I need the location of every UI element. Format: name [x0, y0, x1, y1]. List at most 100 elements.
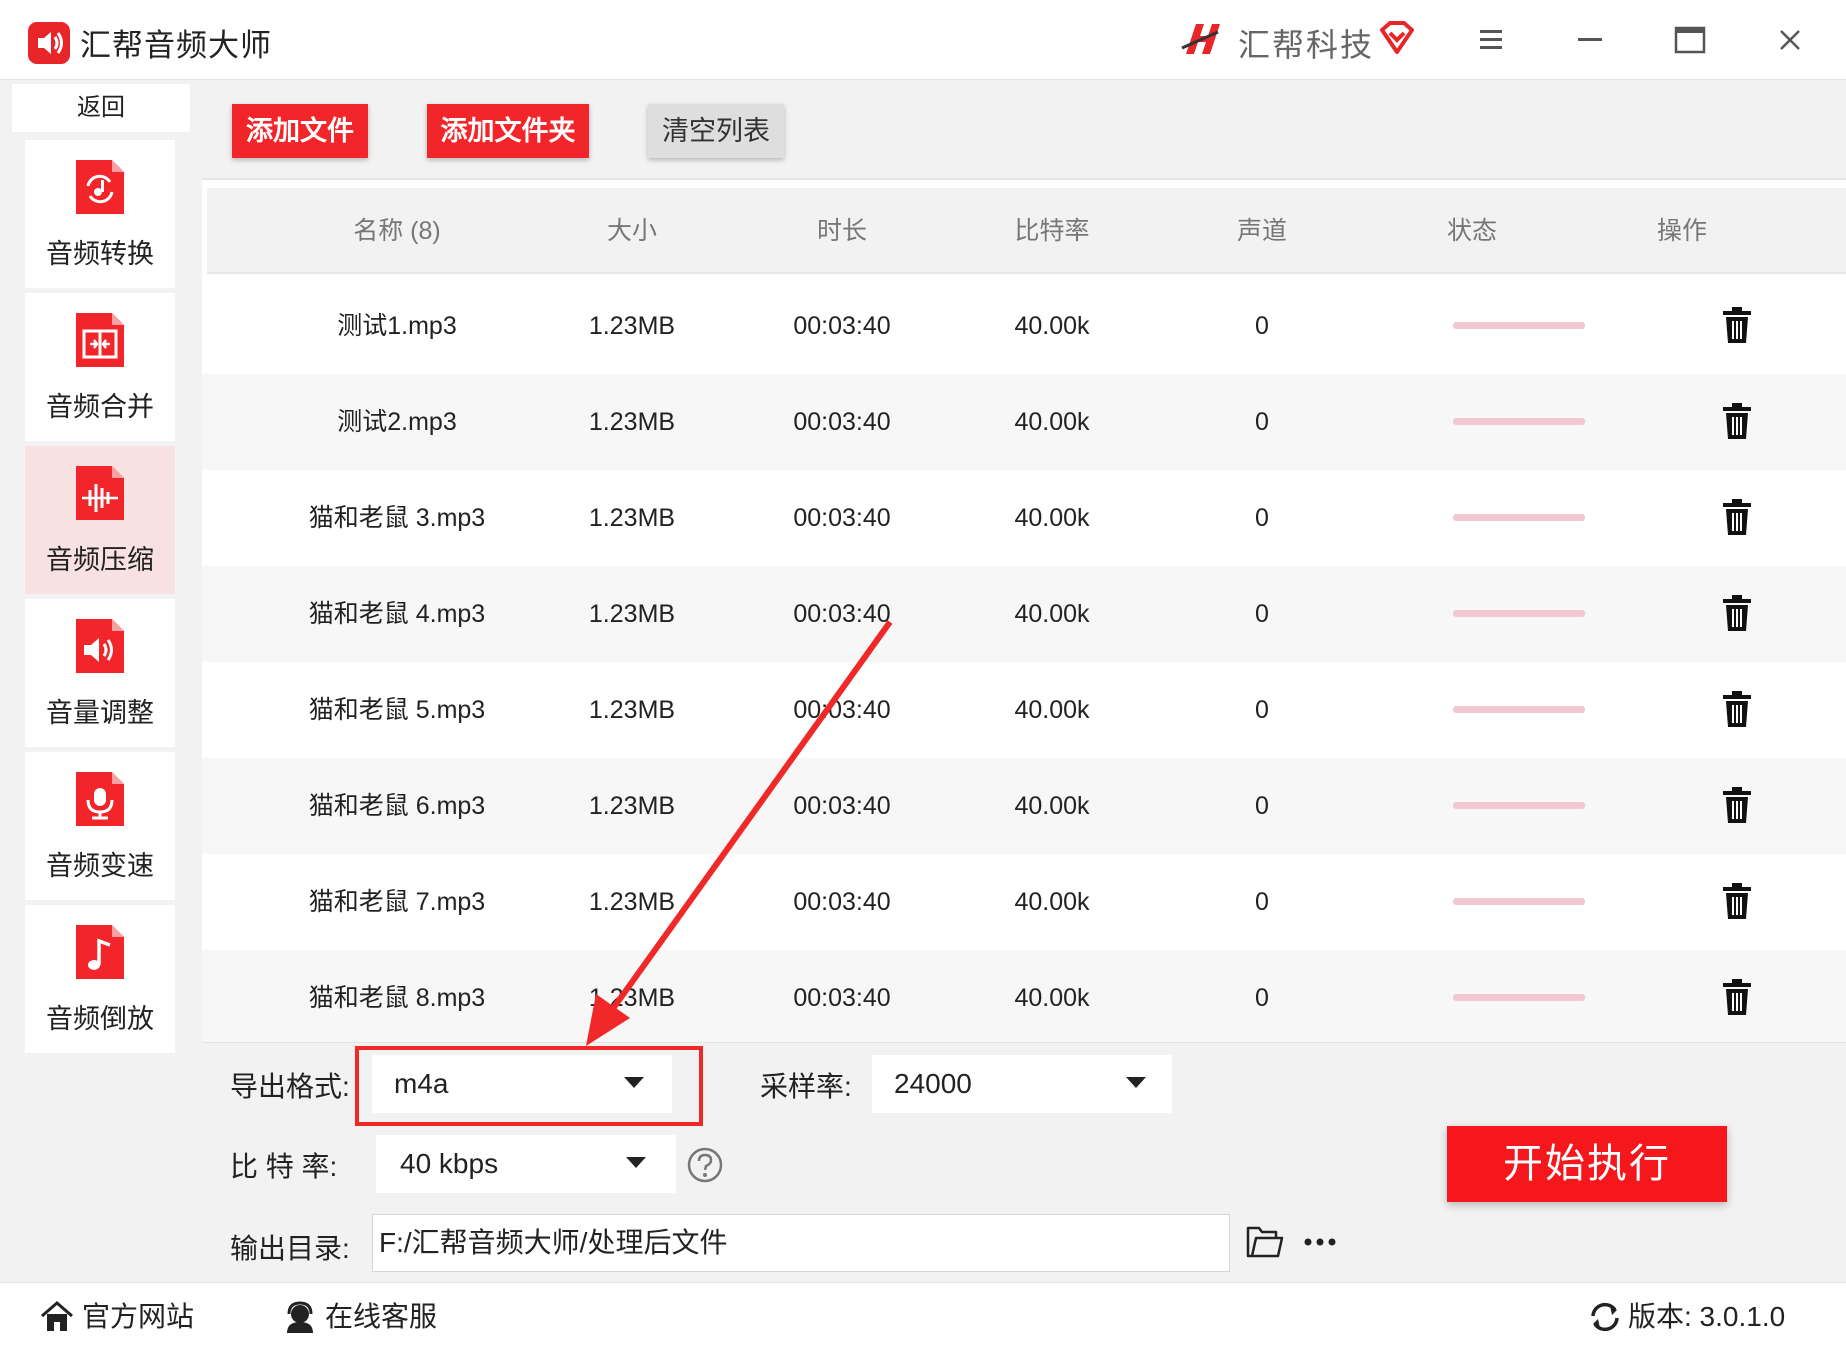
delete-trash-icon[interactable] [1721, 882, 1753, 920]
sidebar-item-audio-speed[interactable]: 音频变速 [25, 752, 175, 900]
samplerate-value: 24000 [894, 1068, 972, 1099]
more-options-icon[interactable] [1302, 1232, 1338, 1252]
table-row[interactable]: 猫和老鼠 6.mp3 1.23MB 00:03:40 40.00k 0 [202, 758, 1846, 854]
column-header-actions: 操作 [1656, 217, 1707, 245]
footer: 官方网站 在线客服 版本: 3.0.1.0 [0, 1282, 1846, 1350]
file-duration: 00:03:40 [793, 600, 891, 628]
sidebar-item-audio-compress[interactable]: 音频压缩 [25, 446, 175, 594]
app-logo-icon [28, 22, 70, 64]
sidebar-item-label: 音频合并 [46, 392, 154, 422]
output-dir-input[interactable]: F:/汇帮音频大师/处理后文件 [372, 1214, 1230, 1272]
file-name: 猫和老鼠 6.mp3 [308, 792, 486, 820]
folder-open-icon[interactable] [1246, 1226, 1284, 1260]
volume-adjust-icon [72, 615, 128, 677]
column-header-status: 状态 [1446, 217, 1497, 245]
file-duration: 00:03:40 [793, 312, 891, 340]
help-question-icon[interactable] [686, 1146, 724, 1184]
chevron-down-icon [626, 1157, 646, 1168]
samplerate-label: 采样率: [760, 1071, 852, 1102]
column-header-duration: 时长 [816, 217, 867, 245]
file-size: 1.23MB [588, 984, 676, 1012]
file-duration: 00:03:40 [793, 408, 891, 436]
audio-convert-icon [72, 156, 128, 218]
bitrate-select[interactable]: 40 kbps [376, 1135, 676, 1193]
status-progress-bar [1453, 418, 1585, 425]
status-progress-bar [1453, 898, 1585, 905]
table-row[interactable]: 测试2.mp3 1.23MB 00:03:40 40.00k 0 [202, 374, 1846, 470]
delete-trash-icon[interactable] [1721, 594, 1753, 632]
column-header-name: 名称 (8) [353, 217, 441, 245]
file-channels: 0 [1255, 696, 1269, 724]
file-size: 1.23MB [588, 792, 676, 820]
add-folder-button[interactable]: 添加文件夹 [427, 104, 589, 158]
file-duration: 00:03:40 [793, 888, 891, 916]
file-size: 1.23MB [588, 696, 676, 724]
table-row[interactable]: 猫和老鼠 7.mp3 1.23MB 00:03:40 40.00k 0 [202, 854, 1846, 950]
delete-trash-icon[interactable] [1721, 402, 1753, 440]
file-duration: 00:03:40 [793, 696, 891, 724]
delete-trash-icon[interactable] [1721, 306, 1753, 344]
file-channels: 0 [1255, 600, 1269, 628]
file-size: 1.23MB [588, 888, 676, 916]
file-channels: 0 [1255, 792, 1269, 820]
brand-logo-icon [1178, 18, 1224, 64]
clear-list-button[interactable]: 清空列表 [648, 104, 784, 158]
file-duration: 00:03:40 [793, 984, 891, 1012]
delete-trash-icon[interactable] [1721, 690, 1753, 728]
start-button[interactable]: 开始执行 [1447, 1126, 1727, 1202]
sidebar: 返回 音频转换 音频合并 音频压缩 音量调整 音频变速 音频倒放 [0, 80, 202, 1281]
file-channels: 0 [1255, 504, 1269, 532]
audio-reverse-icon [72, 921, 128, 983]
column-header-size: 大小 [606, 217, 657, 245]
file-bitrate: 40.00k [1014, 696, 1090, 724]
add-file-button[interactable]: 添加文件 [232, 104, 368, 158]
format-label: 导出格式: [230, 1071, 350, 1102]
table-header: 名称 (8) 大小 时长 比特率 声道 状态 操作 [207, 188, 1846, 274]
table-row[interactable]: 测试1.mp3 1.23MB 00:03:40 40.00k 0 [202, 278, 1846, 374]
file-table: 名称 (8) 大小 时长 比特率 声道 状态 操作 测试1.mp3 1.23MB… [202, 180, 1846, 1046]
table-row[interactable]: 猫和老鼠 8.mp3 1.23MB 00:03:40 40.00k 0 [202, 950, 1846, 1046]
status-progress-bar [1453, 802, 1585, 809]
audio-merge-icon [72, 309, 128, 371]
online-support-link[interactable]: 在线客服 [325, 1283, 437, 1350]
sidebar-item-label: 音频转换 [46, 239, 154, 269]
file-name: 猫和老鼠 5.mp3 [308, 696, 486, 724]
delete-trash-icon[interactable] [1721, 786, 1753, 824]
customer-service-icon [283, 1300, 317, 1334]
table-row[interactable]: 猫和老鼠 4.mp3 1.23MB 00:03:40 40.00k 0 [202, 566, 1846, 662]
file-size: 1.23MB [588, 408, 676, 436]
back-button[interactable]: 返回 [12, 84, 190, 132]
minimize-icon[interactable] [1570, 20, 1610, 60]
file-bitrate: 40.00k [1014, 888, 1090, 916]
file-bitrate: 40.00k [1014, 312, 1090, 340]
maximize-icon[interactable] [1670, 20, 1710, 60]
sidebar-item-volume-adjust[interactable]: 音量调整 [25, 599, 175, 747]
brand-name: 汇帮科技 [1238, 27, 1375, 63]
file-bitrate: 40.00k [1014, 984, 1090, 1012]
official-website-link[interactable]: 官方网站 [82, 1283, 194, 1350]
file-duration: 00:03:40 [793, 792, 891, 820]
file-bitrate: 40.00k [1014, 600, 1090, 628]
samplerate-select[interactable]: 24000 [872, 1055, 1172, 1113]
bitrate-label: 比 特 率: [230, 1151, 338, 1182]
delete-trash-icon[interactable] [1721, 498, 1753, 536]
file-name: 猫和老鼠 8.mp3 [308, 984, 486, 1012]
delete-trash-icon[interactable] [1721, 978, 1753, 1016]
close-icon[interactable] [1770, 20, 1810, 60]
table-row[interactable]: 猫和老鼠 3.mp3 1.23MB 00:03:40 40.00k 0 [202, 470, 1846, 566]
title-bar: 汇帮音频大师 汇帮科技 [0, 0, 1846, 80]
format-highlight-box [355, 1046, 703, 1126]
vip-diamond-icon[interactable] [1378, 20, 1416, 56]
sidebar-item-label: 音频倒放 [46, 1004, 154, 1034]
file-channels: 0 [1255, 312, 1269, 340]
table-row[interactable]: 猫和老鼠 5.mp3 1.23MB 00:03:40 40.00k 0 [202, 662, 1846, 758]
file-duration: 00:03:40 [793, 504, 891, 532]
file-channels: 0 [1255, 888, 1269, 916]
refresh-update-icon[interactable] [1588, 1300, 1622, 1334]
sidebar-item-audio-convert[interactable]: 音频转换 [25, 140, 175, 288]
audio-compress-icon [72, 462, 128, 524]
column-header-bitrate: 比特率 [1014, 217, 1090, 245]
menu-icon[interactable] [1472, 20, 1512, 60]
sidebar-item-audio-reverse[interactable]: 音频倒放 [25, 905, 175, 1053]
sidebar-item-audio-merge[interactable]: 音频合并 [25, 293, 175, 441]
